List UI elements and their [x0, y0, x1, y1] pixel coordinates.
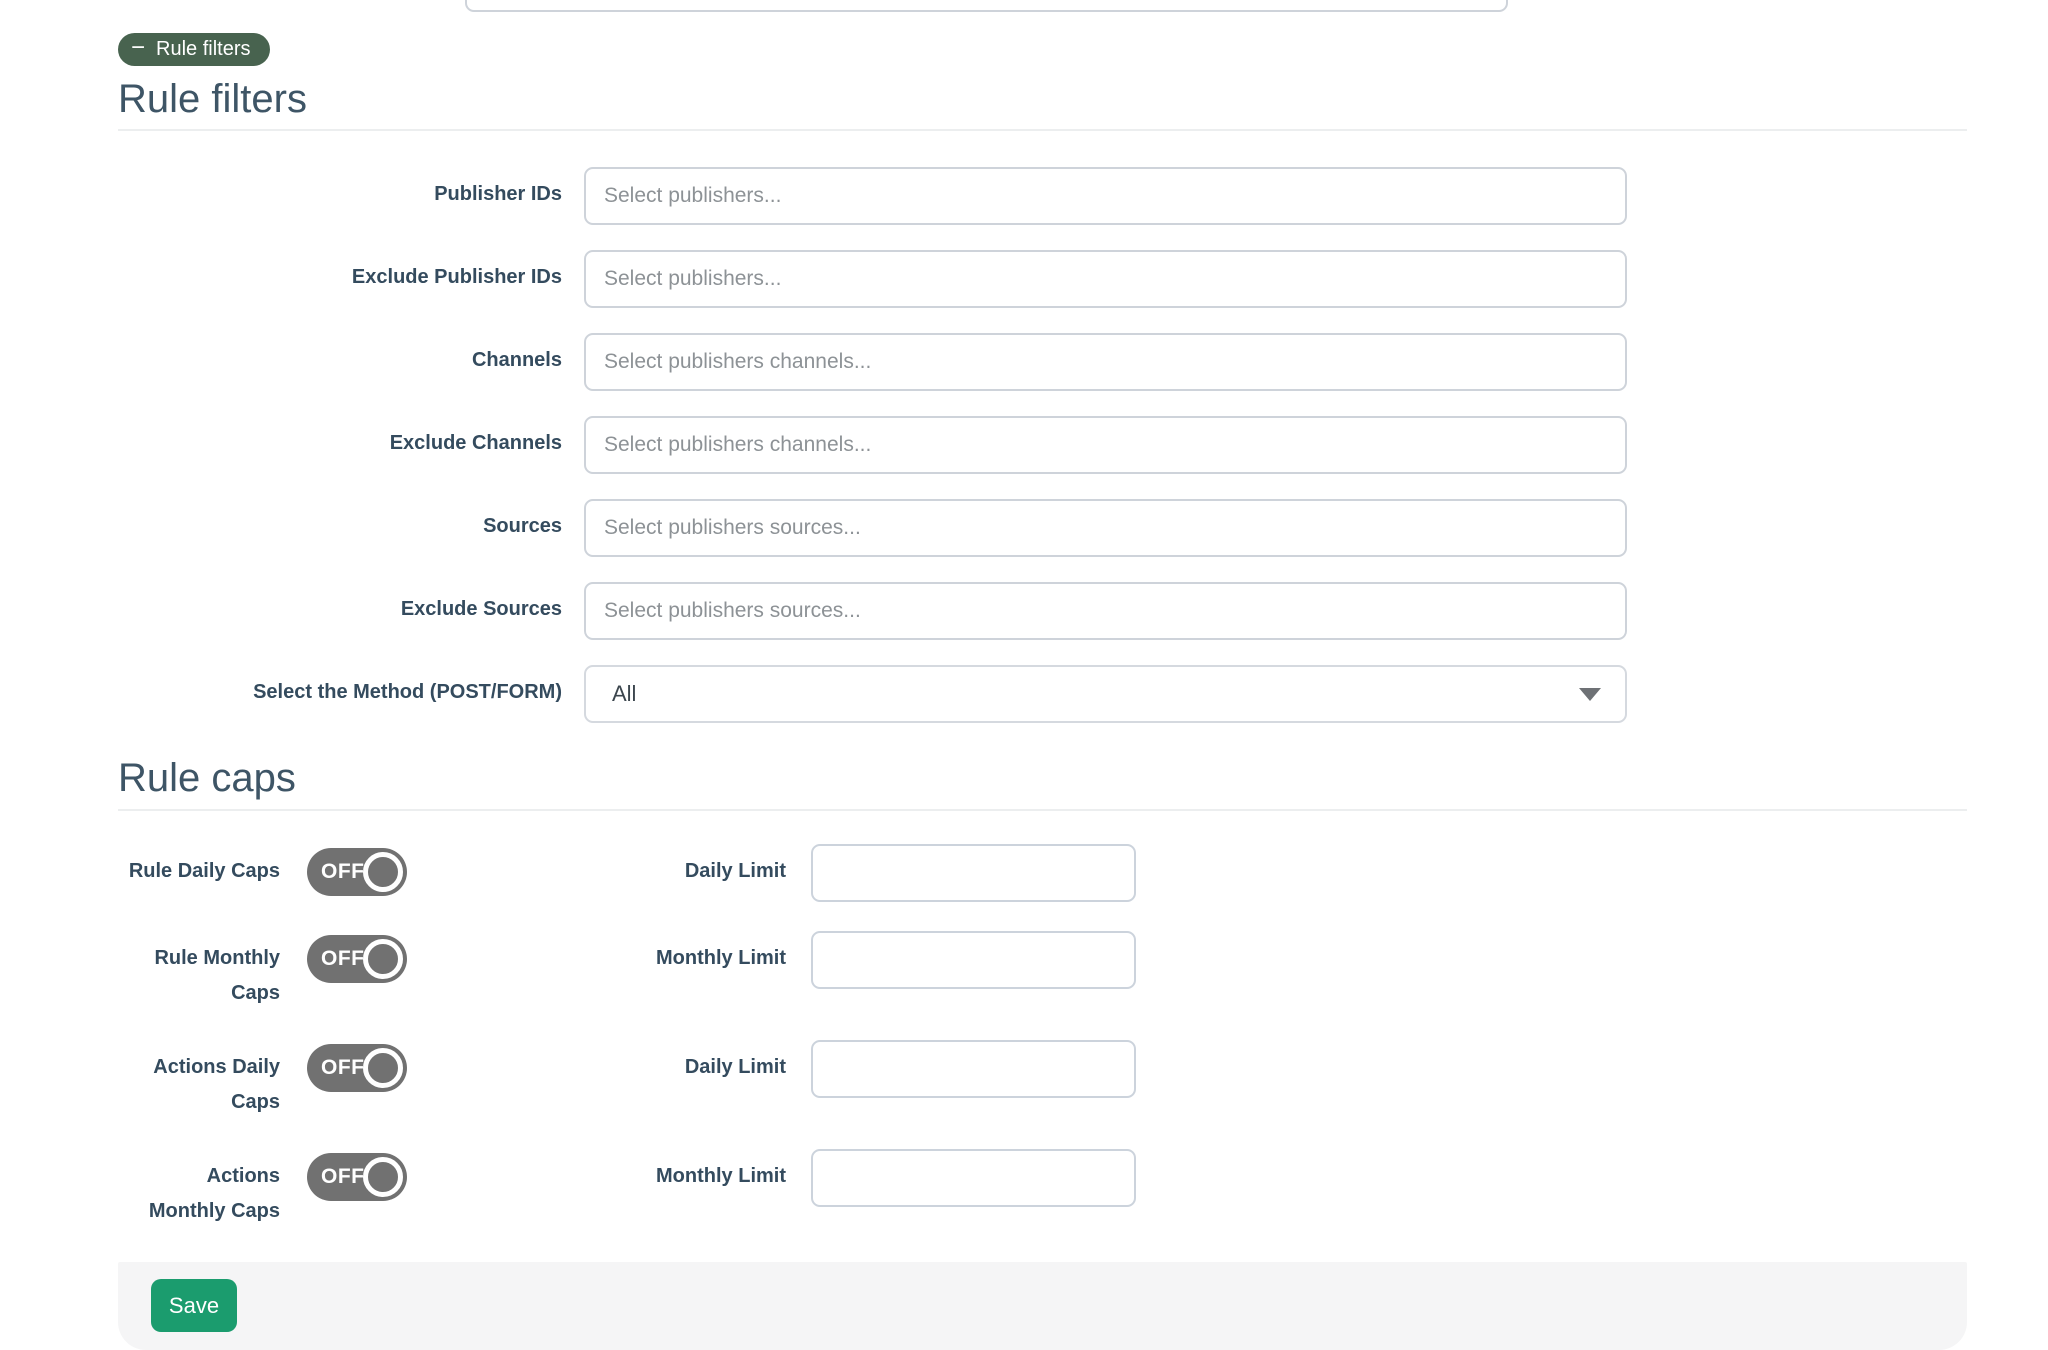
- method-label: Select the Method (POST/FORM): [118, 665, 584, 710]
- actions-daily-caps-label: Actions Daily Caps: [118, 1040, 280, 1120]
- channels-label: Channels: [118, 333, 584, 378]
- sources-label: Sources: [118, 499, 584, 544]
- toggle-off-label: OFF: [321, 860, 365, 884]
- method-select-value: All: [612, 681, 636, 707]
- sources-input[interactable]: [584, 499, 1627, 557]
- daily-limit-label: Daily Limit: [407, 1040, 786, 1085]
- minus-icon: −: [131, 36, 145, 60]
- rule-form: − Rule filters Rule filters Publisher ID…: [118, 0, 1967, 1350]
- form-footer: Save: [118, 1262, 1967, 1350]
- rule-monthly-caps-toggle[interactable]: OFF: [307, 935, 407, 983]
- exclude-publisher-ids-input[interactable]: [584, 250, 1627, 308]
- toggle-knob: [363, 852, 403, 892]
- daily-limit-label: Daily Limit: [407, 844, 786, 889]
- channels-row: Channels: [118, 333, 1967, 391]
- toggle-knob: [363, 1157, 403, 1197]
- actions-daily-limit-input[interactable]: [811, 1040, 1136, 1098]
- toggle-off-label: OFF: [321, 1056, 365, 1080]
- exclude-channels-row: Exclude Channels: [118, 416, 1967, 474]
- sources-row: Sources: [118, 499, 1967, 557]
- monthly-limit-label: Monthly Limit: [407, 931, 786, 976]
- monthly-limit-label: Monthly Limit: [407, 1149, 786, 1194]
- publisher-ids-row: Publisher IDs: [118, 167, 1967, 225]
- rule-caps-section: Rule Daily Caps OFF Daily Limit Rule Mon…: [118, 844, 1967, 1229]
- rule-monthly-limit-input[interactable]: [811, 931, 1136, 989]
- toggle-knob: [363, 1048, 403, 1088]
- rule-daily-limit-input[interactable]: [811, 844, 1136, 902]
- rule-daily-caps-toggle[interactable]: OFF: [307, 848, 407, 896]
- rule-daily-caps-label: Rule Daily Caps: [118, 844, 280, 889]
- rule-monthly-caps-row: Rule Monthly Caps OFF Monthly Limit: [118, 931, 1967, 1011]
- toggle-off-label: OFF: [321, 1165, 365, 1189]
- exclude-sources-input[interactable]: [584, 582, 1627, 640]
- exclude-publisher-ids-label: Exclude Publisher IDs: [118, 250, 584, 295]
- exclude-sources-label: Exclude Sources: [118, 582, 584, 627]
- actions-monthly-caps-toggle[interactable]: OFF: [307, 1153, 407, 1201]
- rule-filters-section: Publisher IDs Exclude Publisher IDs Chan…: [118, 167, 1967, 723]
- method-select[interactable]: All: [584, 665, 1627, 723]
- rule-monthly-caps-label: Rule Monthly Caps: [118, 931, 280, 1011]
- actions-monthly-caps-label: Actions Monthly Caps: [118, 1149, 280, 1229]
- actions-monthly-limit-input[interactable]: [811, 1149, 1136, 1207]
- toggle-knob: [363, 939, 403, 979]
- exclude-channels-input[interactable]: [584, 416, 1627, 474]
- section-divider: [118, 129, 1967, 131]
- actions-daily-caps-row: Actions Daily Caps OFF Daily Limit: [118, 1040, 1967, 1120]
- publisher-ids-input[interactable]: [584, 167, 1627, 225]
- exclude-sources-row: Exclude Sources: [118, 582, 1967, 640]
- exclude-channels-label: Exclude Channels: [118, 416, 584, 461]
- rule-filters-collapse-badge[interactable]: − Rule filters: [118, 33, 270, 66]
- method-row: Select the Method (POST/FORM) All: [118, 665, 1967, 723]
- toggle-off-label: OFF: [321, 947, 365, 971]
- rule-filters-heading: Rule filters: [118, 75, 1967, 123]
- save-button[interactable]: Save: [151, 1279, 237, 1332]
- actions-monthly-caps-row: Actions Monthly Caps OFF Monthly Limit: [118, 1149, 1967, 1229]
- chevron-down-icon: [1579, 688, 1601, 701]
- rule-daily-caps-row: Rule Daily Caps OFF Daily Limit: [118, 844, 1967, 902]
- exclude-publisher-ids-row: Exclude Publisher IDs: [118, 250, 1967, 308]
- badge-label: Rule filters: [156, 38, 250, 61]
- actions-daily-caps-toggle[interactable]: OFF: [307, 1044, 407, 1092]
- rule-caps-heading: Rule caps: [118, 753, 1967, 803]
- channels-input[interactable]: [584, 333, 1627, 391]
- section-divider: [118, 809, 1967, 811]
- publisher-ids-label: Publisher IDs: [118, 167, 584, 212]
